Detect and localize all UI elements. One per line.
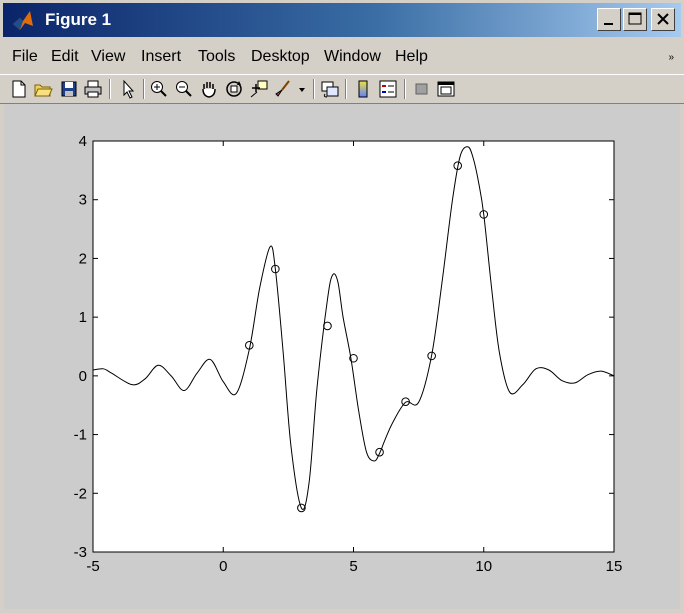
menu-help[interactable]: Help bbox=[395, 48, 428, 66]
menu-overflow-chevron-icon[interactable]: » bbox=[668, 52, 674, 63]
title-bar[interactable]: Figure 1 bbox=[3, 3, 681, 37]
toolbar-separator bbox=[313, 79, 315, 99]
toolbar-separator bbox=[109, 79, 111, 99]
brush-icon[interactable] bbox=[272, 78, 294, 100]
pan-hand-icon[interactable] bbox=[198, 78, 220, 100]
menu-window[interactable]: Window bbox=[324, 48, 381, 66]
close-icon bbox=[657, 13, 669, 25]
figure-toolbar bbox=[0, 74, 684, 104]
y-tick-label: 0 bbox=[79, 368, 87, 385]
menu-desktop[interactable]: Desktop bbox=[251, 48, 310, 66]
x-tick-label: 0 bbox=[219, 558, 227, 575]
y-tick-label: -2 bbox=[74, 485, 87, 502]
minimize-button[interactable] bbox=[597, 8, 621, 31]
print-icon[interactable] bbox=[82, 78, 104, 100]
zoom-in-icon[interactable] bbox=[148, 78, 170, 100]
x-tick-label: 5 bbox=[349, 558, 357, 575]
toolbar-separator bbox=[404, 79, 406, 99]
y-tick-label: 2 bbox=[79, 250, 87, 267]
menu-insert[interactable]: Insert bbox=[141, 48, 181, 66]
matlab-logo-icon bbox=[13, 11, 33, 30]
y-tick-label: 4 bbox=[79, 133, 87, 150]
new-figure-icon[interactable] bbox=[8, 78, 30, 100]
figure-window: Figure 1 File Edit View Insert Tools Des… bbox=[0, 0, 684, 613]
show-plot-tools-icon[interactable] bbox=[435, 78, 457, 100]
menu-edit[interactable]: Edit bbox=[51, 48, 79, 66]
close-button[interactable] bbox=[651, 8, 675, 31]
toolbar-separator bbox=[345, 79, 347, 99]
pointer-icon[interactable] bbox=[117, 78, 139, 100]
hide-plot-tools-icon[interactable] bbox=[411, 78, 433, 100]
y-tick-label: -3 bbox=[74, 544, 87, 561]
legend-icon[interactable] bbox=[377, 78, 399, 100]
x-tick-labels: -5 0 5 10 15 bbox=[86, 558, 622, 575]
toolbar-separator bbox=[143, 79, 145, 99]
y-tick-label: -1 bbox=[74, 427, 87, 444]
y-tick-labels: -3 -2 -1 0 1 2 3 4 bbox=[74, 133, 87, 561]
y-tick-label: 3 bbox=[79, 192, 87, 209]
menu-tools[interactable]: Tools bbox=[198, 48, 235, 66]
x-tick-label: -5 bbox=[86, 558, 99, 575]
menu-file[interactable]: File bbox=[12, 48, 38, 66]
window-title: Figure 1 bbox=[45, 10, 112, 29]
line-chart: -5 0 5 10 15 -3 -2 -1 0 1 2 3 4 bbox=[74, 133, 623, 575]
axes-background bbox=[92, 140, 615, 553]
menu-view[interactable]: View bbox=[91, 48, 125, 66]
maximize-button[interactable] bbox=[623, 8, 647, 31]
zoom-out-icon[interactable] bbox=[173, 78, 195, 100]
x-tick-label: 10 bbox=[475, 558, 492, 575]
maximize-icon bbox=[628, 12, 642, 25]
open-file-icon[interactable] bbox=[32, 78, 54, 100]
figure-canvas: -5 0 5 10 15 -3 -2 -1 0 1 2 3 4 bbox=[4, 104, 680, 609]
link-plot-icon[interactable] bbox=[319, 78, 341, 100]
menu-bar: File Edit View Insert Tools Desktop Wind… bbox=[0, 40, 684, 72]
data-cursor-icon[interactable] bbox=[248, 78, 270, 100]
minimize-icon bbox=[604, 23, 613, 25]
rotate-3d-icon[interactable] bbox=[223, 78, 245, 100]
y-tick-label: 1 bbox=[79, 309, 87, 326]
x-tick-label: 15 bbox=[606, 558, 623, 575]
save-icon[interactable] bbox=[58, 78, 80, 100]
brush-dropdown-icon[interactable] bbox=[295, 78, 309, 100]
colorbar-icon[interactable] bbox=[352, 78, 374, 100]
